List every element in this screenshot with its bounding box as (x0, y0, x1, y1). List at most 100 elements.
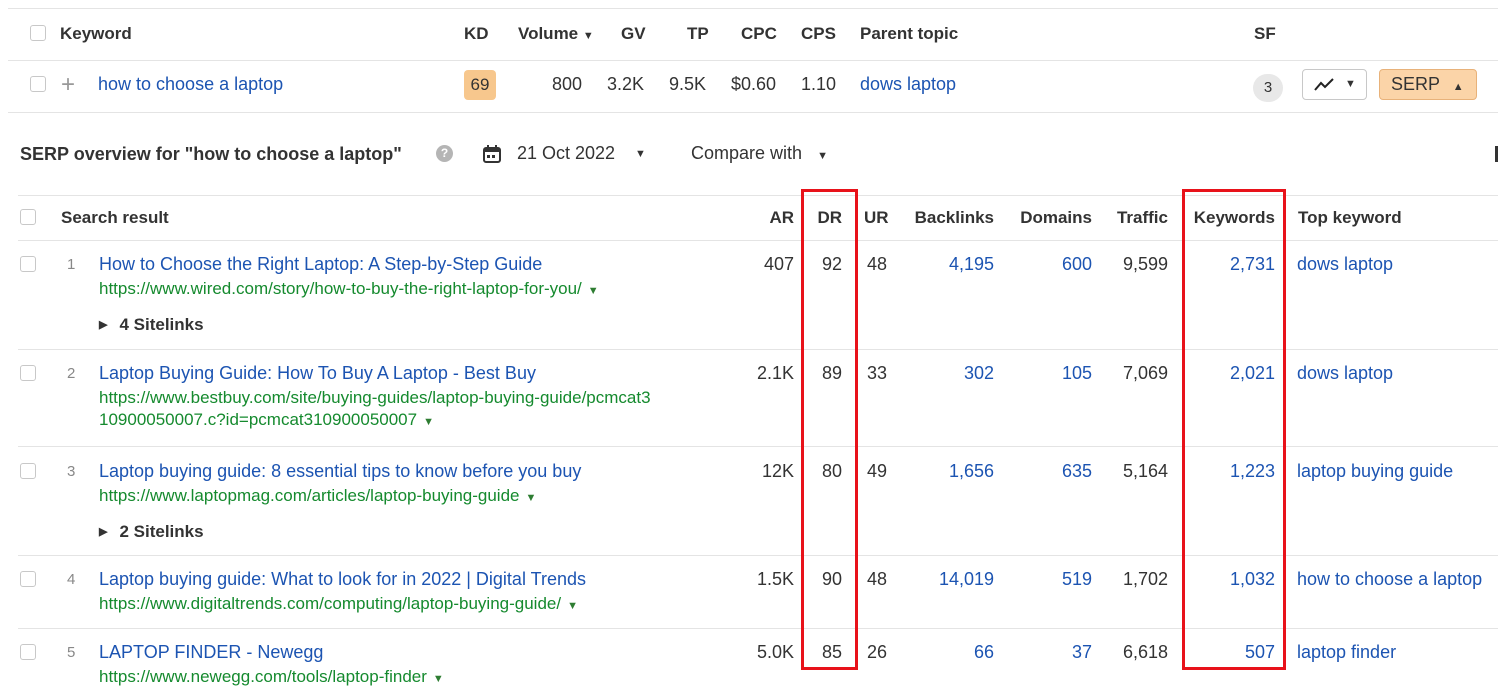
url-dropdown-caret-icon[interactable]: ▼ (433, 673, 444, 685)
traffic-value: 5,164 (1122, 461, 1168, 481)
compare-with-label: Compare with (691, 143, 803, 163)
serp-toggle-button[interactable]: SERP ▲ (1379, 69, 1477, 100)
header-sf[interactable]: SF (1254, 24, 1276, 44)
header-parent-topic[interactable]: Parent topic (860, 24, 958, 44)
sitelinks-toggle[interactable]: ▶ 2 Sitelinks (99, 522, 204, 542)
ar-value: 5.0K (756, 642, 794, 662)
url-dropdown-caret-icon[interactable]: ▼ (423, 416, 434, 428)
expand-triangle-icon: ▶ (99, 526, 108, 538)
result-position: 5 (67, 644, 76, 661)
sort-desc-icon: ▼ (582, 30, 594, 42)
result-url-text: https://www.wired.com/story/how-to-buy-t… (99, 279, 582, 298)
header-divider (8, 60, 1498, 61)
result-position: 2 (67, 365, 76, 382)
backlinks-link[interactable]: 4,195 (900, 254, 994, 275)
header-kd[interactable]: KD (464, 24, 489, 44)
ar-value: 12K (761, 461, 794, 481)
header-ar[interactable]: AR (740, 208, 794, 228)
result-row-checkbox[interactable] (20, 256, 36, 272)
header-volume-label: Volume (518, 24, 579, 43)
header-cps[interactable]: CPS (801, 24, 836, 44)
backlinks-link[interactable]: 1,656 (900, 461, 994, 482)
sitelinks-label: 2 Sitelinks (119, 522, 204, 541)
row-divider (8, 112, 1498, 113)
ar-value: 1.5K (756, 569, 794, 589)
domains-link[interactable]: 635 (1010, 461, 1092, 482)
backlinks-link[interactable]: 66 (900, 642, 994, 663)
top-keyword-link[interactable]: how to choose a laptop (1297, 569, 1482, 590)
result-url[interactable]: https://www.newegg.com/tools/laptop-find… (99, 667, 444, 687)
result-title-link[interactable]: LAPTOP FINDER - Newegg (99, 642, 323, 663)
help-icon[interactable]: ? (436, 145, 453, 162)
header-domains[interactable]: Domains (1010, 208, 1092, 228)
domains-link[interactable]: 105 (1010, 363, 1092, 384)
sf-count-badge[interactable]: 3 (1253, 74, 1283, 102)
result-url[interactable]: https://www.laptopmag.com/articles/lapto… (99, 486, 536, 506)
keyword-row-checkbox[interactable] (30, 76, 46, 92)
backlinks-link[interactable]: 302 (900, 363, 994, 384)
url-dropdown-caret-icon[interactable]: ▼ (588, 285, 599, 297)
top-keyword-link[interactable]: laptop buying guide (1297, 461, 1453, 482)
calendar-icon (483, 145, 501, 163)
result-row-checkbox[interactable] (20, 463, 36, 479)
compare-with-dropdown[interactable]: Compare with ▼ (691, 143, 828, 164)
ur-value: 48 (867, 569, 888, 589)
plus-icon[interactable]: + (61, 72, 75, 98)
select-all-keywords-checkbox[interactable] (30, 25, 46, 41)
domains-link[interactable]: 519 (1010, 569, 1092, 590)
trend-dropdown-button[interactable]: ▼ (1302, 69, 1367, 100)
tp-value: 9.5K (669, 74, 707, 94)
header-ur[interactable]: UR (864, 208, 889, 228)
backlinks-link[interactable]: 14,019 (900, 569, 994, 590)
volume-value: 800 (551, 74, 582, 94)
dropdown-caret-icon: ▼ (817, 150, 828, 162)
result-title-link[interactable]: Laptop buying guide: What to look for in… (99, 569, 586, 590)
keyword-link[interactable]: how to choose a laptop (98, 74, 283, 95)
header-top-keyword[interactable]: Top keyword (1298, 208, 1402, 228)
header-keyword[interactable]: Keyword (60, 24, 132, 44)
serp-button-label: SERP (1391, 74, 1440, 94)
result-url[interactable]: https://www.bestbuy.com/site/buying-guid… (99, 388, 651, 432)
header-cpc[interactable]: CPC (741, 24, 777, 44)
gv-value: 3.2K (607, 74, 645, 94)
top-keyword-link[interactable]: dows laptop (1297, 363, 1393, 384)
result-position: 1 (67, 256, 76, 273)
expand-triangle-icon: ▶ (99, 319, 108, 331)
dropdown-caret-icon: ▼ (1345, 78, 1356, 90)
keywords-column-highlight (1182, 189, 1286, 670)
result-url-text: https://www.laptopmag.com/articles/lapto… (99, 486, 520, 505)
result-url[interactable]: https://www.wired.com/story/how-to-buy-t… (99, 279, 599, 299)
url-dropdown-caret-icon[interactable]: ▼ (567, 600, 578, 612)
header-backlinks[interactable]: Backlinks (900, 208, 994, 228)
header-traffic[interactable]: Traffic (1100, 208, 1168, 228)
trend-chart-icon (1314, 78, 1334, 91)
result-title-link[interactable]: Laptop Buying Guide: How To Buy A Laptop… (99, 363, 536, 384)
result-url-text: https://www.digitaltrends.com/computing/… (99, 594, 562, 613)
result-url-text: https://www.bestbuy.com/site/buying-guid… (99, 388, 651, 407)
result-url[interactable]: https://www.digitaltrends.com/computing/… (99, 594, 578, 614)
result-url-text: https://www.newegg.com/tools/laptop-find… (99, 667, 427, 686)
select-all-results-checkbox[interactable] (20, 209, 36, 225)
traffic-value: 6,618 (1122, 642, 1168, 662)
top-keyword-link[interactable]: dows laptop (1297, 254, 1393, 275)
top-keyword-link[interactable]: laptop finder (1297, 642, 1396, 663)
kd-badge: 69 (464, 70, 496, 100)
result-title-link[interactable]: How to Choose the Right Laptop: A Step-b… (99, 254, 542, 275)
parent-topic-link[interactable]: dows laptop (860, 74, 956, 95)
result-title-link[interactable]: Laptop buying guide: 8 essential tips to… (99, 461, 581, 482)
header-gv[interactable]: GV (621, 24, 646, 44)
url-dropdown-caret-icon[interactable]: ▼ (526, 492, 537, 504)
domains-link[interactable]: 600 (1010, 254, 1092, 275)
date-label: 21 Oct 2022 (517, 143, 616, 163)
header-tp[interactable]: TP (687, 24, 709, 44)
sitelinks-toggle[interactable]: ▶ 4 Sitelinks (99, 315, 204, 335)
header-volume[interactable]: Volume ▼ (518, 24, 594, 44)
sitelinks-label: 4 Sitelinks (119, 315, 204, 334)
header-search-result[interactable]: Search result (61, 208, 169, 228)
cpc-value: $0.60 (731, 74, 777, 94)
result-row-checkbox[interactable] (20, 571, 36, 587)
result-row-checkbox[interactable] (20, 365, 36, 381)
domains-link[interactable]: 37 (1010, 642, 1092, 663)
traffic-value: 7,069 (1122, 363, 1168, 383)
result-row-checkbox[interactable] (20, 644, 36, 660)
